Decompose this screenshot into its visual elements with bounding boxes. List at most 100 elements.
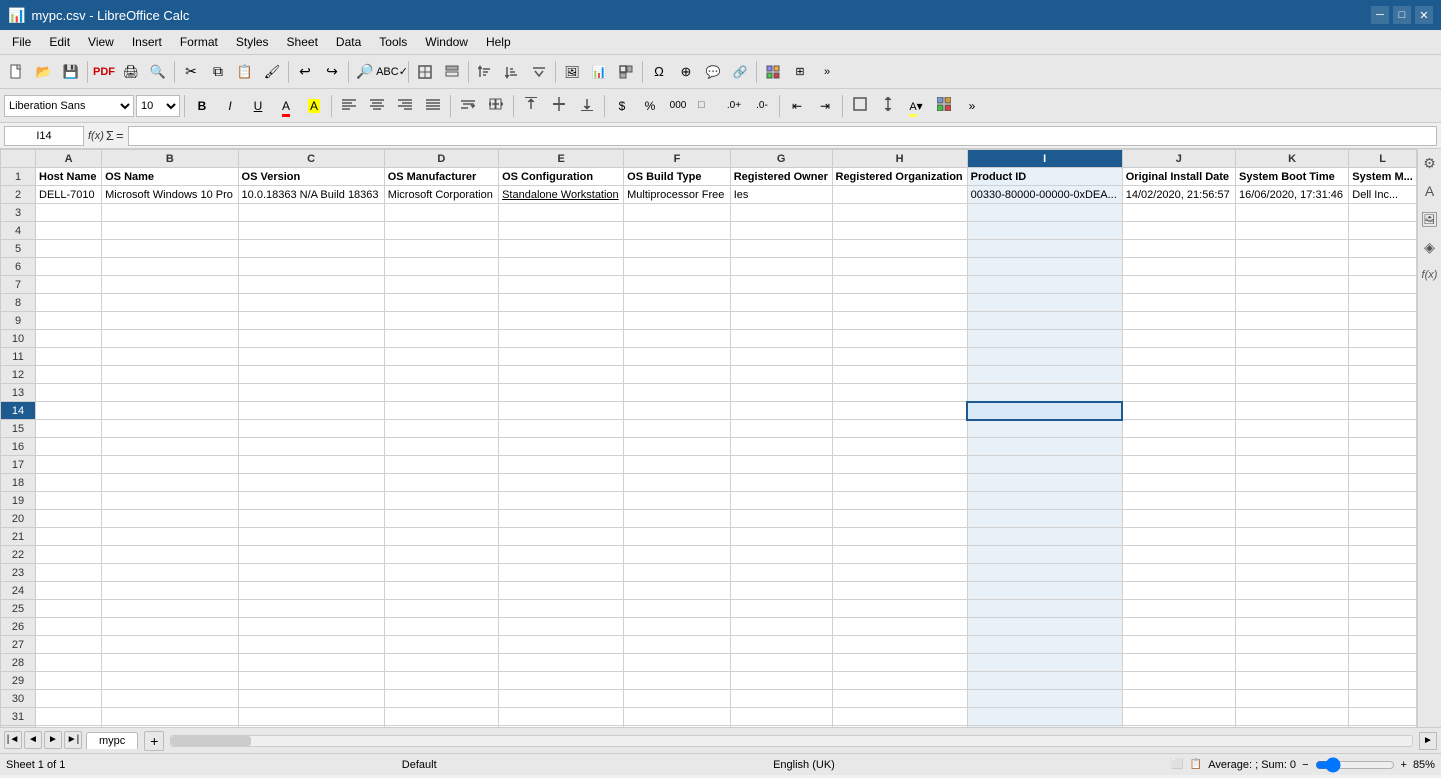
cell-A13[interactable] (36, 384, 102, 402)
cell-H6[interactable] (832, 258, 967, 276)
cell-D14[interactable] (384, 402, 498, 420)
align-middle-button[interactable] (546, 94, 572, 118)
cell-C14[interactable] (238, 402, 384, 420)
cell-B16[interactable] (102, 438, 238, 456)
align-top-button[interactable] (518, 94, 544, 118)
bg-color-button[interactable]: A▾ (903, 94, 929, 118)
cell-E22[interactable] (499, 546, 624, 564)
cell-J31[interactable] (1122, 708, 1235, 726)
cell-C22[interactable] (238, 546, 384, 564)
cell-C20[interactable] (238, 510, 384, 528)
cell-B10[interactable] (102, 330, 238, 348)
row-header-28[interactable]: 28 (1, 654, 36, 672)
cell-F5[interactable] (624, 240, 731, 258)
cell-G9[interactable] (730, 312, 832, 330)
row-header-6[interactable]: 6 (1, 258, 36, 276)
next-sheet-button[interactable]: ► (44, 731, 62, 749)
row-header-13[interactable]: 13 (1, 384, 36, 402)
cell-I30[interactable] (967, 690, 1122, 708)
cell-C5[interactable] (238, 240, 384, 258)
cell-A28[interactable] (36, 654, 102, 672)
first-sheet-button[interactable]: |◄ (4, 731, 22, 749)
cell-A22[interactable] (36, 546, 102, 564)
cell-L14[interactable] (1349, 402, 1417, 420)
cell-D17[interactable] (384, 456, 498, 474)
row-header-7[interactable]: 7 (1, 276, 36, 294)
cell-G18[interactable] (730, 474, 832, 492)
row-header-17[interactable]: 17 (1, 456, 36, 474)
insert-pivot-button[interactable] (613, 59, 639, 85)
cell-G23[interactable] (730, 564, 832, 582)
cell-H12[interactable] (832, 366, 967, 384)
cell-H17[interactable] (832, 456, 967, 474)
sort-desc-button[interactable] (499, 59, 525, 85)
cell-F16[interactable] (624, 438, 731, 456)
equals-button[interactable]: = (116, 128, 124, 143)
cell-J19[interactable] (1122, 492, 1235, 510)
cell-J4[interactable] (1122, 222, 1235, 240)
cell-I22[interactable] (967, 546, 1122, 564)
menu-window[interactable]: Window (417, 33, 476, 51)
cell-I23[interactable] (967, 564, 1122, 582)
cell-G21[interactable] (730, 528, 832, 546)
cell-C8[interactable] (238, 294, 384, 312)
cell-A18[interactable] (36, 474, 102, 492)
col-header-G[interactable]: G (730, 150, 832, 168)
cell-G24[interactable] (730, 582, 832, 600)
cell-E9[interactable] (499, 312, 624, 330)
cell-B11[interactable] (102, 348, 238, 366)
highlight-button[interactable]: A (301, 94, 327, 118)
cell-L2[interactable]: Dell Inc... (1349, 186, 1417, 204)
cell-L32[interactable] (1349, 726, 1417, 728)
cell-F28[interactable] (624, 654, 731, 672)
cell-F24[interactable] (624, 582, 731, 600)
cell-G14[interactable] (730, 402, 832, 420)
cell-I6[interactable] (967, 258, 1122, 276)
cell-H4[interactable] (832, 222, 967, 240)
cell-D28[interactable] (384, 654, 498, 672)
cell-H28[interactable] (832, 654, 967, 672)
menu-tools[interactable]: Tools (371, 33, 415, 51)
cell-D2[interactable]: Microsoft Corporation (384, 186, 498, 204)
cell-H8[interactable] (832, 294, 967, 312)
more-fmt-button[interactable]: » (959, 94, 985, 118)
cell-D29[interactable] (384, 672, 498, 690)
cell-K26[interactable] (1236, 618, 1349, 636)
cell-D19[interactable] (384, 492, 498, 510)
col-header-A[interactable]: A (36, 150, 102, 168)
cell-L23[interactable] (1349, 564, 1417, 582)
cell-A16[interactable] (36, 438, 102, 456)
cell-D18[interactable] (384, 474, 498, 492)
function-wizard-button[interactable]: f(x) (88, 130, 104, 142)
cell-E1[interactable]: OS Configuration (499, 168, 624, 186)
insert-chart-button[interactable]: 📊 (586, 59, 612, 85)
cell-F25[interactable] (624, 600, 731, 618)
borders-fmt-button[interactable] (847, 94, 873, 118)
cell-B26[interactable] (102, 618, 238, 636)
row-header-19[interactable]: 19 (1, 492, 36, 510)
cell-D3[interactable] (384, 204, 498, 222)
cell-D15[interactable] (384, 420, 498, 438)
cell-C11[interactable] (238, 348, 384, 366)
cell-A32[interactable] (36, 726, 102, 728)
row-header-29[interactable]: 29 (1, 672, 36, 690)
cell-E7[interactable] (499, 276, 624, 294)
cell-I18[interactable] (967, 474, 1122, 492)
cell-D27[interactable] (384, 636, 498, 654)
cell-K4[interactable] (1236, 222, 1349, 240)
cell-K8[interactable] (1236, 294, 1349, 312)
cell-J27[interactable] (1122, 636, 1235, 654)
cell-B24[interactable] (102, 582, 238, 600)
cell-J14[interactable] (1122, 402, 1235, 420)
cell-A10[interactable] (36, 330, 102, 348)
row-header-5[interactable]: 5 (1, 240, 36, 258)
cell-H18[interactable] (832, 474, 967, 492)
cell-F32[interactable] (624, 726, 731, 728)
cell-K25[interactable] (1236, 600, 1349, 618)
cell-F15[interactable] (624, 420, 731, 438)
cell-D25[interactable] (384, 600, 498, 618)
cell-G30[interactable] (730, 690, 832, 708)
cell-B22[interactable] (102, 546, 238, 564)
cell-E15[interactable] (499, 420, 624, 438)
cell-G25[interactable] (730, 600, 832, 618)
